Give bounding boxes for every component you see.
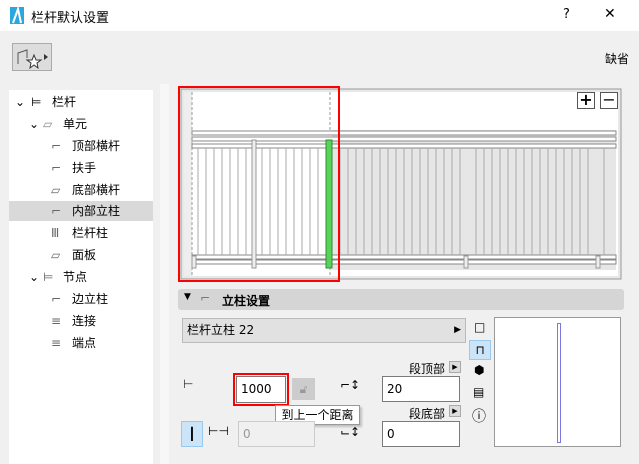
- floor-plan-view-icon[interactable]: ⊓: [469, 340, 491, 360]
- window-title: 栏杆默认设置: [31, 11, 110, 26]
- distance-icon: ⊢: [183, 377, 194, 391]
- bottom-offset-input[interactable]: 0: [382, 421, 460, 447]
- distance-value: 1000: [241, 382, 272, 396]
- baluster-icon: Ⅲ: [51, 226, 60, 240]
- tree-item-top-rail[interactable]: ⌐ 顶部横杆: [9, 136, 153, 156]
- post-align-icon[interactable]: ┃: [181, 421, 203, 447]
- triangle-right-icon: ▶: [454, 325, 461, 335]
- default-label: 缺省: [605, 52, 630, 66]
- section-view-icon[interactable]: ▤: [473, 385, 484, 399]
- tree-item-connection[interactable]: ≡ 连接: [9, 311, 153, 331]
- top-value: 20: [387, 382, 403, 396]
- tree-item-baluster[interactable]: Ⅲ 栏杆柱: [9, 223, 153, 243]
- 3d-view-icon[interactable]: ⬢: [474, 363, 484, 377]
- scrollbar[interactable]: [160, 84, 169, 464]
- railing-preview[interactable]: + −: [178, 86, 624, 282]
- distance-input[interactable]: 1000: [236, 376, 286, 403]
- tree-item-railing[interactable]: ⌄ ⊨ 栏杆: [9, 92, 153, 112]
- count-input[interactable]: 0: [238, 421, 315, 447]
- top-rail-icon: ⌐: [51, 139, 62, 153]
- tree-item-panel[interactable]: ▱ 面板: [9, 245, 153, 265]
- count-value: 0: [243, 427, 251, 441]
- bottom-value: 0: [387, 427, 395, 441]
- settings-tree: ⌄ ⊨ 栏杆 ⌄ ▱ 单元 ⌐ 顶部横杆 ⌐ 扶手 ▱ 底部横杆 ⌐ 内部立柱 Ⅲ 栏杆柱 ▱ 面板…: [9, 90, 153, 464]
- zoom-out-button[interactable]: −: [600, 92, 618, 109]
- title-bar: 栏杆默认设置 ? ✕: [0, 0, 639, 31]
- bottom-rail-icon: ▱: [51, 183, 61, 197]
- panel-icon: ▱: [51, 248, 61, 262]
- help-button[interactable]: ?: [563, 7, 570, 22]
- top-menu-button[interactable]: ▶: [449, 361, 461, 373]
- favorites-button[interactable]: [12, 43, 52, 71]
- post-icon: ⌐: [200, 291, 211, 305]
- zoom-in-button[interactable]: +: [577, 92, 595, 109]
- tree-item-edge-post[interactable]: ⌐ 边立柱: [9, 289, 153, 309]
- app-logo-icon: [10, 7, 24, 24]
- top-offset-icon: ⌐↕: [340, 378, 361, 392]
- lock-icon[interactable]: 🔓︎: [292, 378, 315, 400]
- edge-post-icon: ⌐: [51, 292, 62, 306]
- chevron-down-icon[interactable]: ⌄: [15, 92, 25, 112]
- profile-value: 栏杆立柱 22: [187, 323, 255, 337]
- profile-preview: [494, 317, 621, 447]
- section-header[interactable]: ▼ ⌐ 立柱设置: [178, 289, 624, 310]
- inner-post-icon: ⌐: [51, 204, 62, 218]
- collapse-triangle-icon[interactable]: ▼: [184, 292, 191, 302]
- bottom-menu-button[interactable]: ▶: [449, 405, 461, 417]
- close-button[interactable]: ✕: [604, 6, 616, 22]
- segment-icon: ▱: [43, 117, 53, 131]
- section-title: 立柱设置: [222, 294, 271, 308]
- chevron-down-icon[interactable]: ⌄: [29, 114, 39, 134]
- bottom-label: 段底部: [409, 407, 446, 421]
- tree-item-inner-post[interactable]: ⌐ 内部立柱: [9, 201, 153, 221]
- spacing-icon[interactable]: ⊢⊣: [208, 424, 229, 438]
- nodes-icon: ⊨: [43, 270, 54, 284]
- tree-item-segment[interactable]: ⌄ ▱ 单元: [9, 114, 153, 134]
- profile-dropdown[interactable]: 栏杆立柱 22 ▶: [182, 318, 466, 343]
- railing-drawing: [178, 86, 622, 282]
- top-label: 段顶部: [409, 362, 446, 376]
- handrail-icon: ⌐: [51, 161, 62, 175]
- selected-post[interactable]: [325, 139, 333, 269]
- end-point-icon: ≡: [51, 336, 62, 350]
- bottom-offset-icon: ⌙↕: [340, 425, 361, 439]
- top-offset-input[interactable]: 20: [382, 376, 460, 402]
- tree-item-end-point[interactable]: ≡ 端点: [9, 333, 153, 353]
- tree-item-bottom-rail[interactable]: ▱ 底部横杆: [9, 180, 153, 200]
- tree-item-nodes[interactable]: ⌄ ⊨ 节点: [9, 267, 153, 287]
- chevron-down-icon[interactable]: ⌄: [29, 267, 39, 287]
- tree-item-handrail[interactable]: ⌐ 扶手: [9, 158, 153, 178]
- info-icon[interactable]: ⓘ: [472, 406, 486, 426]
- outline-view-icon[interactable]: □: [474, 320, 485, 334]
- railing-icon: ⊨: [31, 95, 42, 109]
- favorites-star-icon: [17, 49, 48, 70]
- connection-icon: ≡: [51, 314, 62, 328]
